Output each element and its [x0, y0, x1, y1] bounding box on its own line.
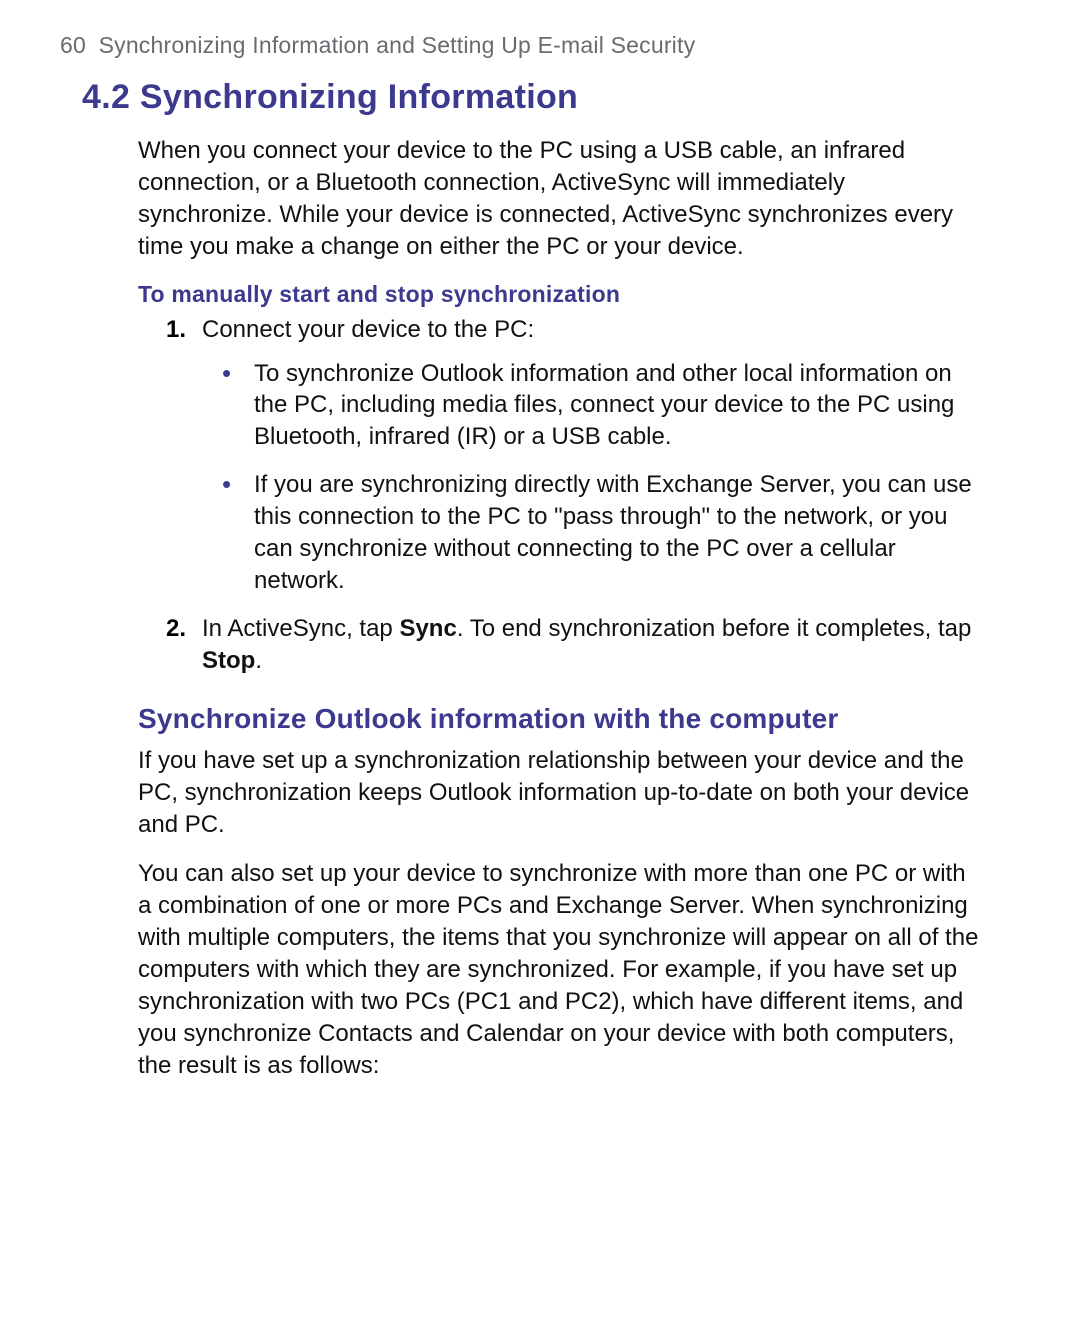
section-number: 4.2: [82, 78, 130, 116]
step-1-bullets: To synchronize Outlook information and o…: [202, 358, 980, 597]
bullet-item: To synchronize Outlook information and o…: [246, 358, 980, 454]
section-name: Synchronizing Information: [140, 78, 578, 116]
step-2-text-post: .: [255, 647, 262, 674]
manual-sync-heading: To manually start and stop synchronizati…: [138, 281, 980, 308]
page-number: 60: [60, 32, 86, 58]
running-title: Synchronizing Information and Setting Up…: [99, 32, 696, 58]
step-2-text-mid: . To end synchronization before it compl…: [457, 615, 972, 642]
section-body: When you connect your device to the PC u…: [138, 135, 980, 1082]
intro-paragraph: When you connect your device to the PC u…: [138, 135, 980, 263]
document-page: 60 Synchronizing Information and Setting…: [0, 0, 1080, 1327]
outlook-para-1: If you have set up a synchronization rel…: [138, 745, 980, 841]
bullet-item: If you are synchronizing directly with E…: [246, 469, 980, 597]
step-1: Connect your device to the PC: To synchr…: [178, 314, 980, 597]
outlook-sync-heading: Synchronize Outlook information with the…: [138, 703, 980, 735]
step-2: In ActiveSync, tap Sync. To end synchron…: [178, 613, 980, 677]
step-2-bold-stop: Stop: [202, 647, 255, 674]
outlook-para-2: You can also set up your device to synch…: [138, 858, 980, 1081]
page-content: 4.2 Synchronizing Information When you c…: [82, 78, 980, 1100]
step-2-text-pre: In ActiveSync, tap: [202, 615, 399, 642]
step-1-text: Connect your device to the PC:: [202, 316, 534, 343]
running-head: 60 Synchronizing Information and Setting…: [60, 32, 695, 59]
steps-list: Connect your device to the PC: To synchr…: [138, 314, 980, 677]
step-2-bold-sync: Sync: [399, 615, 456, 642]
section-title: 4.2 Synchronizing Information: [82, 78, 980, 117]
